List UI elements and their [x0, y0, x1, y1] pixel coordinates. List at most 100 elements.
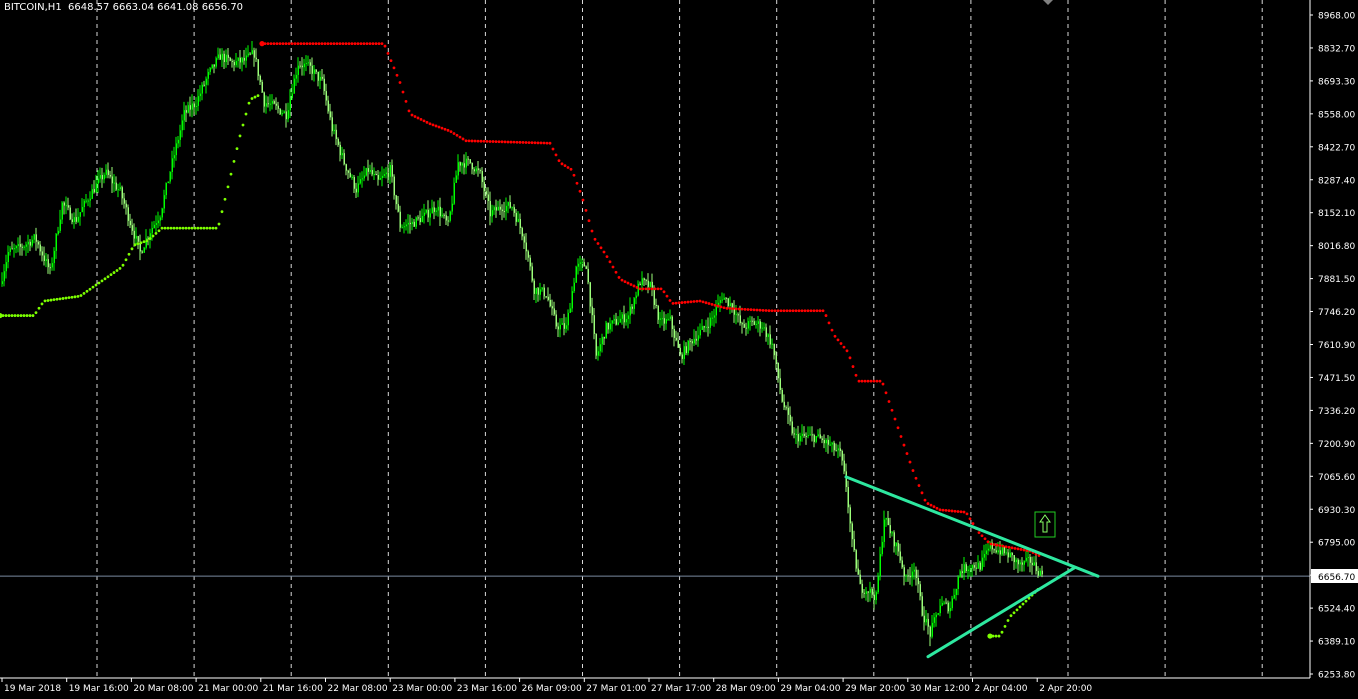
stop-dot [773, 309, 777, 313]
stop-dot [794, 309, 798, 313]
candle-body [883, 519, 885, 542]
stop-dot [302, 42, 306, 46]
candle-body [305, 63, 307, 65]
stop-dot [788, 309, 792, 313]
candle-body [851, 523, 853, 540]
symbol-info: BITCOIN,H1 6648.57 6663.04 6641.08 6656.… [4, 2, 243, 13]
price-label: 7471.50 [1318, 374, 1355, 384]
candle-body [521, 227, 523, 237]
candle-body [301, 65, 303, 68]
candle-body [999, 550, 1001, 555]
candle-body [359, 179, 361, 184]
candle-body [155, 223, 157, 225]
stop-dot [566, 166, 570, 169]
stop-dot [644, 287, 648, 291]
stop-dot [665, 294, 669, 298]
stop-dot [184, 226, 188, 230]
stop-dot [133, 243, 137, 247]
stop-dot [812, 309, 816, 313]
candle-body [191, 103, 193, 110]
candle-body [119, 187, 121, 190]
candle-body [1001, 547, 1003, 555]
candle-body [827, 439, 829, 445]
chart-window[interactable]: 8968.00 8832.70 8693.30 8558.00 8422.70 8287.… [0, 0, 1358, 699]
stop-dot [413, 115, 417, 118]
stop-dot [82, 291, 86, 295]
candle-body [177, 139, 179, 144]
stop-dot [94, 283, 98, 287]
stop-dot [464, 139, 468, 143]
candle-body [789, 414, 791, 422]
stop-dot [905, 452, 909, 455]
stop-dot [178, 226, 182, 230]
stop-dot [67, 296, 71, 300]
candle-body [471, 162, 473, 170]
stop-dot [1007, 545, 1011, 549]
candle-body [783, 401, 785, 408]
stop-dot [407, 109, 411, 113]
candle-body [543, 287, 545, 297]
stop-dot [569, 167, 573, 171]
candle-body [831, 442, 833, 445]
candle-body [105, 169, 107, 175]
candle-body [523, 236, 525, 243]
stop-dot [977, 531, 981, 535]
stop-dot [425, 120, 429, 124]
stop-dot [617, 276, 621, 279]
chart-shift-marker-icon[interactable] [1043, 0, 1053, 5]
stop-dot [806, 309, 810, 313]
stop-dot [542, 141, 546, 145]
candle-body [629, 306, 631, 316]
stop-dot [779, 309, 783, 313]
candle-body [795, 434, 797, 436]
candle-body [485, 191, 487, 195]
candle-body [1041, 570, 1043, 575]
stop-dot [241, 123, 245, 127]
stop-dot [443, 127, 447, 131]
stop-dot [845, 349, 849, 353]
candle-body [401, 227, 403, 229]
time-axis-labels: 19 Mar 2018 19 Mar 16:00 20 Mar 08:00 21 Ma… [1, 678, 1092, 694]
candle-body [353, 176, 355, 189]
candle-body [701, 326, 703, 330]
candle-body [475, 168, 477, 172]
stop-dot [518, 140, 522, 144]
stop-dot [584, 208, 588, 212]
candle-body [617, 322, 619, 325]
candle-body [895, 542, 897, 547]
candle-body [981, 557, 983, 570]
candle-body [917, 577, 919, 585]
candle-body [707, 326, 709, 328]
signal-marker[interactable] [1034, 511, 1056, 538]
candle-body [1003, 547, 1005, 554]
candle-body [5, 262, 7, 272]
stop-dot [145, 239, 149, 243]
price-chart[interactable]: 8968.00 8832.70 8693.30 8558.00 8422.70 8287.… [0, 0, 1358, 699]
candle-body [647, 280, 649, 287]
candle-body [997, 550, 999, 553]
stop-dot [737, 307, 741, 311]
stop-dot [371, 42, 375, 46]
stop-dot [458, 135, 462, 139]
candle-body [141, 251, 143, 253]
stop-dot [256, 94, 260, 98]
candle-body [275, 103, 277, 106]
stop-dot [911, 469, 915, 472]
stop-dot [575, 181, 579, 185]
stop-dot [950, 509, 954, 513]
candle-body [747, 321, 749, 329]
candle-body [943, 602, 945, 604]
stop-start-dot [987, 633, 993, 639]
candle-body [411, 221, 413, 225]
candle-body [779, 378, 781, 390]
stop-dot [872, 379, 876, 383]
stop-dot [938, 508, 942, 512]
stop-start-dot [0, 312, 3, 319]
candle-body [23, 246, 25, 248]
stop-dot [545, 141, 549, 145]
candle-body [631, 306, 633, 309]
candle-body [511, 207, 513, 209]
symbol-name: BITCOIN,H1 [4, 2, 62, 13]
stop-dot [326, 42, 330, 46]
candle-body [91, 189, 93, 199]
